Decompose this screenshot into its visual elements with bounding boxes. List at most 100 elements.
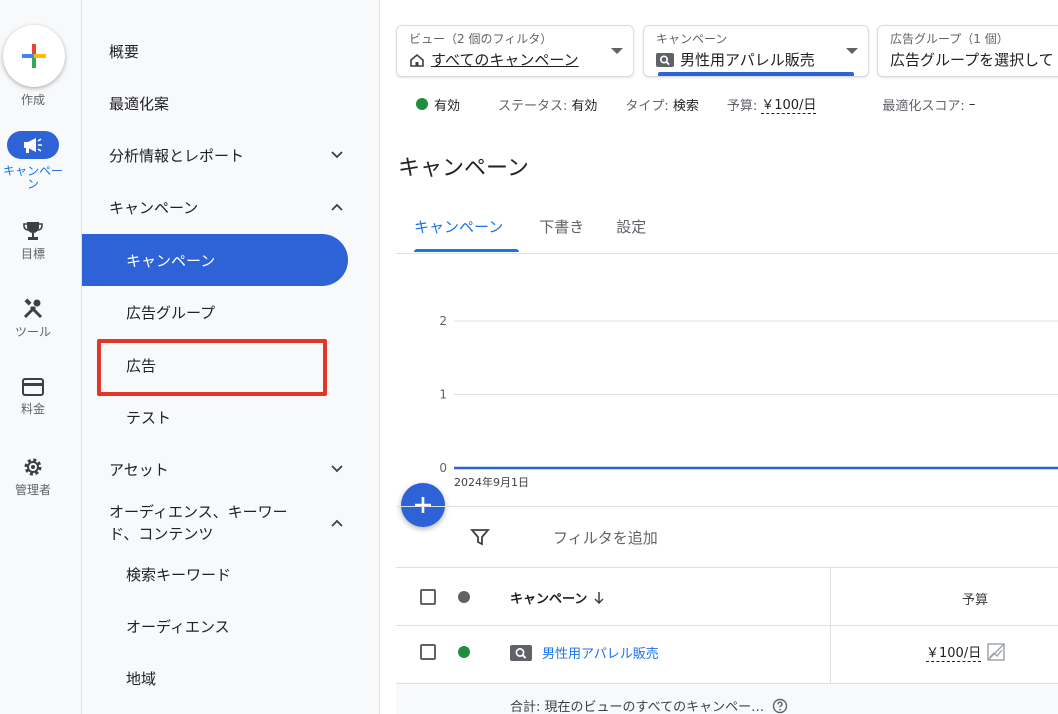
- nav-item-label: 広告グループ: [126, 303, 216, 322]
- left-rail: 作成 キャンペーン 目標 ツール 料金 管理者: [0, 0, 82, 714]
- credit-card-icon: [22, 378, 44, 396]
- enabled-label: 有効: [434, 98, 461, 114]
- nav-item-insights-reports[interactable]: 分析情報とレポート: [82, 129, 348, 181]
- view-picker[interactable]: ビュー（2 個のフィルタ） すべてのキャンペーン: [396, 25, 634, 77]
- tab-drafts[interactable]: 下書き: [519, 206, 600, 252]
- gear-icon: [24, 458, 42, 476]
- table-row: 男性用アパレル販売 ￥100/日: [396, 626, 1058, 684]
- campaigns-table: キャンペーン 予算 男性用アパレル販売 ￥100/日 合計: 現在のビューのすべ…: [396, 568, 1058, 714]
- rail-item-campaigns[interactable]: キャンペーン: [0, 131, 66, 191]
- trophy-icon: [23, 222, 43, 240]
- chart-unavailable-icon: [987, 643, 1005, 661]
- budget-label: 予算:: [726, 98, 758, 114]
- chevron-up-icon: [331, 519, 343, 527]
- budget-value[interactable]: ￥100/日: [761, 94, 817, 114]
- campaign-column-header[interactable]: キャンペーン: [510, 588, 605, 607]
- enabled-status-dot: [458, 646, 470, 658]
- status-column-icon: [458, 591, 470, 603]
- type-label: タイプ:: [625, 98, 669, 114]
- caret-down-icon: [846, 48, 858, 54]
- nav-item-label: 概要: [109, 42, 140, 61]
- picker-active-indicator: [658, 72, 854, 76]
- status-label: ステータス:: [498, 98, 568, 114]
- main-content: ビュー（2 個のフィルタ） すべてのキャンペーン キャンペーン 男性用アパレル販…: [380, 0, 1058, 714]
- home-icon: [410, 53, 424, 67]
- y-tick-label: 1: [439, 388, 447, 402]
- create-button[interactable]: [3, 25, 65, 87]
- tab-campaigns[interactable]: キャンペーン: [398, 206, 520, 252]
- create-label: 作成: [20, 93, 45, 107]
- search-campaign-icon: [510, 644, 532, 661]
- table-total-row: 合計: 現在のビューのすべてのキャンペー…: [396, 684, 1058, 714]
- rail-item-admin[interactable]: 管理者: [0, 456, 66, 497]
- help-icon[interactable]: [772, 698, 788, 714]
- optimization-score-label: 最適化スコア:: [882, 98, 965, 114]
- nav-item-label: 広告: [126, 356, 157, 375]
- tab-settings[interactable]: 設定: [600, 206, 662, 252]
- nav-item-label: 分析情報とレポート: [109, 146, 245, 165]
- rail-item-label: 目標: [20, 247, 45, 261]
- nav-item-recommendations[interactable]: 最適化案: [82, 77, 348, 129]
- campaign-picker[interactable]: キャンペーン 男性用アパレル販売: [643, 25, 869, 77]
- rail-item-billing[interactable]: 料金: [0, 377, 66, 416]
- nav-item-overview[interactable]: 概要: [82, 25, 348, 77]
- enabled-status-dot: [416, 98, 428, 110]
- tools-icon: [23, 298, 43, 319]
- chevron-up-icon: [331, 203, 343, 211]
- nav-panel: 概要 最適化案 分析情報とレポート キャンペーン キャンペーン 広告グループ 広…: [82, 0, 380, 714]
- tabs-divider: [396, 253, 1058, 254]
- rail-item-label: 料金: [20, 402, 45, 416]
- campaign-link[interactable]: 男性用アパレル販売: [510, 643, 659, 662]
- budget-cell[interactable]: ￥100/日: [926, 642, 1005, 662]
- nav-item-label: アセット: [109, 460, 169, 479]
- nav-item-campaigns-group[interactable]: キャンペーン: [82, 181, 348, 233]
- rail-item-tools[interactable]: ツール: [0, 298, 66, 339]
- nav-item-label: キャンペーン: [109, 198, 199, 217]
- nav-item-label: キャンペーン: [126, 251, 216, 270]
- nav-item-label: 検索キーワード: [126, 565, 232, 584]
- chevron-down-icon: [331, 151, 343, 159]
- select-all-checkbox[interactable]: [420, 589, 436, 605]
- nav-item-label: 最適化案: [109, 94, 170, 113]
- budget-value: ￥100/日: [926, 642, 982, 662]
- nav-item-search-keywords[interactable]: 検索キーワード: [82, 548, 348, 600]
- filter-icon[interactable]: [470, 527, 490, 547]
- campaign-status-bar: 有効 ステータス: 有効 タイプ: 検索 予算: ￥100/日 最適化スコア: …: [416, 94, 975, 114]
- nav-item-label: オーディエンス、キーワード、コンテンツ: [109, 503, 288, 543]
- rail-item-label: 管理者: [14, 483, 51, 497]
- optimization-score-value: –: [968, 96, 976, 112]
- chevron-down-icon: [331, 465, 343, 473]
- rail-item-label: ツール: [14, 325, 51, 339]
- tab-bar: キャンペーン 下書き 設定: [398, 206, 662, 254]
- campaign-name: 男性用アパレル販売: [542, 647, 659, 662]
- adgroup-picker[interactable]: 広告グループ（1 個） 広告グループを選択して: [877, 25, 1058, 77]
- nav-item-campaigns[interactable]: キャンペーン: [82, 234, 348, 286]
- budget-column-header[interactable]: 予算: [962, 589, 988, 608]
- add-filter-input[interactable]: フィルタを追加: [553, 527, 658, 548]
- x-tick-label: 2024年9月1日: [454, 475, 529, 489]
- rail-item-label: キャンペーン: [2, 164, 63, 191]
- nav-item-label: オーディエンス: [126, 617, 230, 636]
- picker-title: ビュー（2 個のフィルタ）: [409, 32, 553, 46]
- rail-item-goals[interactable]: 目標: [0, 220, 66, 261]
- column-header-label: キャンペーン: [510, 592, 588, 607]
- filter-bar: フィルタを追加: [396, 506, 1058, 568]
- search-campaign-icon: [656, 52, 674, 67]
- nav-item-audiences[interactable]: オーディエンス: [82, 600, 348, 652]
- picker-value: すべてのキャンペーン: [431, 51, 579, 69]
- page-title: キャンペーン: [398, 156, 529, 181]
- nav-item-label: 地域: [126, 669, 157, 688]
- table-header-row: キャンペーン 予算: [396, 568, 1058, 626]
- y-tick-label: 0: [439, 461, 447, 475]
- y-tick-label: 2: [439, 314, 447, 328]
- megaphone-icon: [24, 138, 42, 153]
- nav-item-experiments[interactable]: テスト: [82, 391, 348, 443]
- nav-item-locations[interactable]: 地域: [82, 652, 348, 704]
- caret-down-icon: [611, 48, 623, 54]
- picker-title: 広告グループ（1 個）: [890, 32, 1009, 46]
- nav-item-ad-groups[interactable]: 広告グループ: [82, 286, 348, 338]
- picker-title: キャンペーン: [656, 32, 728, 46]
- row-checkbox[interactable]: [420, 644, 436, 660]
- nav-item-ads[interactable]: 広告: [82, 339, 348, 391]
- nav-item-label: テスト: [126, 408, 172, 427]
